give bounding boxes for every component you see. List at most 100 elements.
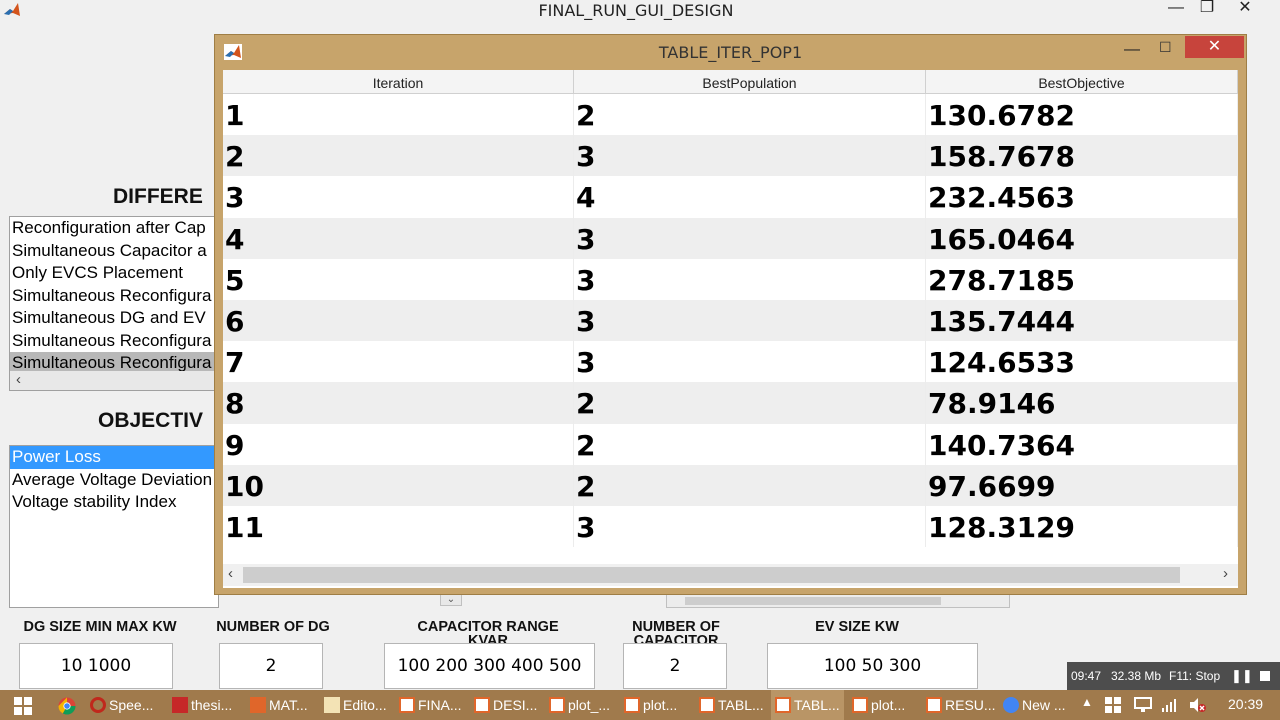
popup-maximize-button[interactable]: ☐ [1159, 39, 1172, 56]
pause-icon[interactable]: ❚❚ [1231, 662, 1253, 690]
table-horizontal-scrollbar[interactable]: ‹ › [223, 564, 1238, 586]
capacitor-range-input[interactable]: 100 200 300 400 500 [384, 643, 595, 689]
taskbar-clock[interactable]: 20:39 [1228, 696, 1263, 712]
main-close-button[interactable]: ✕ [1222, 0, 1268, 20]
list-item[interactable]: Reconfiguration after Cap [10, 217, 218, 240]
dg-size-input[interactable]: 10 1000 [19, 643, 173, 689]
popup-minimize-button[interactable]: — [1124, 41, 1140, 59]
list-item[interactable]: Simultaneous Reconfigura [10, 330, 218, 353]
taskbar-item[interactable]: plot_... [549, 690, 610, 720]
cell-best-population[interactable]: 3 [574, 505, 926, 548]
chrome-icon[interactable] [58, 697, 76, 715]
table-row[interactable]: 4 3 165.0464 [223, 217, 1238, 259]
windows-start-icon[interactable] [14, 697, 32, 715]
taskbar-item[interactable]: Spee... [90, 690, 153, 720]
scrollbar-thumb[interactable] [685, 597, 941, 605]
cell-best-objective[interactable]: 128.3129 [926, 505, 1238, 548]
cell-best-population[interactable]: 3 [574, 341, 926, 383]
windows-flag-icon[interactable] [1105, 697, 1121, 713]
cell-iteration[interactable]: 11 [223, 505, 574, 548]
taskbar-item[interactable]: Edito... [324, 690, 387, 720]
table-row[interactable]: 2 3 158.7678 [223, 135, 1238, 177]
cell-best-population[interactable]: 2 [574, 94, 926, 136]
popup-close-button[interactable]: ✕ [1185, 36, 1244, 58]
scroll-right-icon[interactable]: › [1223, 565, 1228, 582]
taskbar-item[interactable]: FINA... [399, 690, 462, 720]
cell-best-objective[interactable]: 130.6782 [926, 94, 1238, 136]
scrollbar-thumb[interactable] [243, 567, 1180, 583]
cell-iteration[interactable]: 1 [223, 94, 574, 136]
scenario-listbox[interactable]: Reconfiguration after Cap Simultaneous C… [9, 216, 219, 391]
cell-iteration[interactable]: 7 [223, 341, 574, 383]
cell-best-objective[interactable]: 97.6699 [926, 464, 1238, 506]
taskbar-item[interactable]: New ... [1003, 690, 1066, 720]
cell-best-objective[interactable]: 78.9146 [926, 382, 1238, 424]
taskbar-item[interactable]: thesi... [172, 690, 232, 720]
monitor-icon[interactable] [1134, 697, 1152, 713]
cell-iteration[interactable]: 6 [223, 299, 574, 342]
column-header-best-population[interactable]: BestPopulation [574, 70, 926, 94]
taskbar-item[interactable]: plot... [852, 690, 905, 720]
number-of-capacitor-input[interactable]: 2 [623, 643, 727, 689]
volume-muted-icon[interactable] [1189, 697, 1207, 713]
list-item[interactable]: Only EVCS Placement [10, 262, 218, 285]
cell-best-population[interactable]: 3 [574, 258, 926, 300]
cell-iteration[interactable]: 5 [223, 258, 574, 300]
taskbar-item-active[interactable]: TABL... [771, 690, 844, 720]
taskbar-item[interactable]: plot... [624, 690, 677, 720]
scroll-left-icon[interactable]: ‹ [228, 565, 233, 582]
cell-best-objective[interactable]: 278.7185 [926, 258, 1238, 300]
scenario-horizontal-scrollbar[interactable]: ‹ [10, 371, 218, 390]
signal-icon[interactable] [1161, 697, 1177, 713]
table-row[interactable]: 5 3 278.7185 [223, 258, 1238, 300]
ev-size-input[interactable]: 100 50 300 [767, 643, 978, 689]
cell-best-population[interactable]: 2 [574, 423, 926, 465]
scroll-left-icon[interactable]: ‹ [16, 371, 21, 388]
cell-best-population[interactable]: 3 [574, 299, 926, 342]
stop-icon[interactable] [1260, 671, 1270, 681]
cell-iteration[interactable]: 3 [223, 176, 574, 218]
taskbar-item[interactable]: TABL... [699, 690, 764, 720]
cell-best-population[interactable]: 3 [574, 217, 926, 259]
list-item[interactable]: Simultaneous Reconfigura [10, 285, 218, 308]
table-row[interactable]: 1 2 130.6782 [223, 94, 1238, 136]
table-row[interactable]: 6 3 135.7444 [223, 299, 1238, 342]
cell-iteration[interactable]: 8 [223, 382, 574, 424]
taskbar-item[interactable]: MAT... [250, 690, 308, 720]
table-row[interactable]: 11 3 128.3129 [223, 505, 1238, 548]
cell-iteration[interactable]: 4 [223, 217, 574, 259]
column-header-best-objective[interactable]: BestObjective [926, 70, 1238, 94]
table-row[interactable]: 10 2 97.6699 [223, 464, 1238, 506]
list-item[interactable]: Average Voltage Deviation [10, 469, 218, 492]
list-item-selected[interactable]: Power Loss [10, 446, 218, 469]
table-row[interactable]: 9 2 140.7364 [223, 423, 1238, 465]
cell-best-objective[interactable]: 158.7678 [926, 135, 1238, 177]
table-row[interactable]: 7 3 124.6533 [223, 341, 1238, 383]
taskbar-item[interactable]: DESI... [474, 690, 537, 720]
list-item[interactable]: Voltage stability Index [10, 491, 218, 514]
list-item[interactable]: Simultaneous DG and EV [10, 307, 218, 330]
cell-iteration[interactable]: 9 [223, 423, 574, 465]
cell-best-population[interactable]: 4 [574, 176, 926, 218]
cell-best-objective[interactable]: 165.0464 [926, 217, 1238, 259]
cell-best-objective[interactable]: 232.4563 [926, 176, 1238, 218]
cell-iteration[interactable]: 10 [223, 464, 574, 506]
number-of-dg-input[interactable]: 2 [219, 643, 323, 689]
cell-best-objective[interactable]: 135.7444 [926, 299, 1238, 342]
cell-best-objective[interactable]: 124.6533 [926, 341, 1238, 383]
column-header-iteration[interactable]: Iteration [223, 70, 574, 94]
cell-iteration[interactable]: 2 [223, 135, 574, 177]
cell-best-population[interactable]: 2 [574, 382, 926, 424]
objective-listbox[interactable]: Power Loss Average Voltage Deviation Vol… [9, 445, 219, 608]
cell-best-population[interactable]: 2 [574, 464, 926, 506]
cell-best-objective[interactable]: 140.7364 [926, 423, 1238, 465]
chevron-down-icon[interactable]: ⌄ [440, 594, 462, 606]
table-row[interactable]: 8 2 78.9146 [223, 382, 1238, 424]
tray-expand-icon[interactable]: ▲ [1081, 695, 1093, 709]
taskbar-item[interactable]: RESU... [926, 690, 996, 720]
table-row[interactable]: 3 4 232.4563 [223, 176, 1238, 218]
cell-best-population[interactable]: 3 [574, 135, 926, 177]
ev-size-label: EV SIZE KW [815, 619, 899, 635]
background-horizontal-scrollbar[interactable] [666, 594, 1010, 608]
list-item[interactable]: Simultaneous Capacitor a [10, 240, 218, 263]
